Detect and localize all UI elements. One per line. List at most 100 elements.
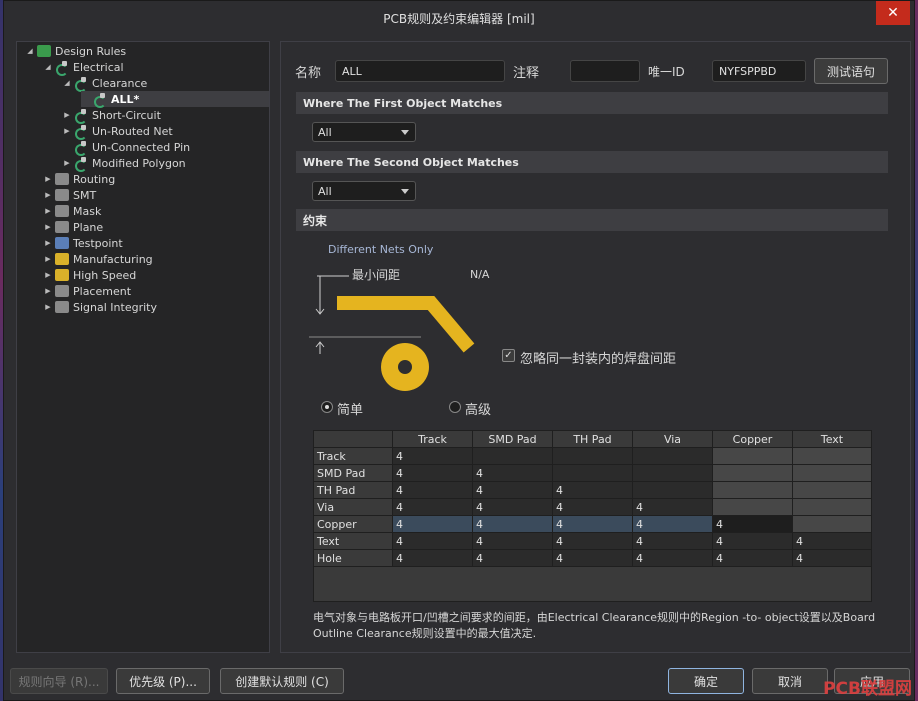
matrix-cell[interactable] <box>633 465 713 482</box>
matrix-cell[interactable] <box>713 499 793 516</box>
rule-wizard-button[interactable]: 规则向导 (R)... <box>10 668 108 694</box>
matrix-cell[interactable]: 4 <box>393 499 473 516</box>
matrix-cell[interactable]: 4 <box>553 550 633 567</box>
rules-tree[interactable]: ◢ Design Rules ◢ Electrical ◢ Clearance … <box>16 41 270 653</box>
ok-button[interactable]: 确定 <box>668 668 744 694</box>
unique-id-field[interactable]: NYFSPPBD <box>712 60 806 82</box>
priorities-button[interactable]: 优先级 (P)... <box>116 668 210 694</box>
tree-item-manufacturing[interactable]: ▶ Manufacturing <box>43 251 152 267</box>
matrix-cell[interactable]: 4 <box>473 465 553 482</box>
matrix-cell[interactable] <box>793 516 872 533</box>
expand-icon[interactable]: ◢ <box>43 63 53 71</box>
first-object-value: All <box>318 126 332 139</box>
collapse-icon[interactable]: ▶ <box>43 207 53 215</box>
matrix-cell[interactable] <box>793 465 872 482</box>
tree-item-clearance[interactable]: ◢ Clearance <box>62 75 148 92</box>
matrix-cell[interactable] <box>793 482 872 499</box>
matrix-cell[interactable] <box>713 448 793 465</box>
rule-icon <box>74 109 88 124</box>
tree-label: Short-Circuit <box>92 108 161 122</box>
ignore-pads-checkbox[interactable]: ✓ <box>502 349 515 362</box>
matrix-cell[interactable]: 4 <box>393 533 473 550</box>
collapse-icon[interactable]: ▶ <box>43 271 53 279</box>
close-button[interactable]: ✕ <box>876 1 910 25</box>
matrix-cell[interactable] <box>473 448 553 465</box>
matrix-cell[interactable] <box>553 448 633 465</box>
matrix-cell[interactable]: 4 <box>473 499 553 516</box>
matrix-cell[interactable]: 4 <box>713 533 793 550</box>
matrix-cell[interactable]: 4 <box>473 516 553 533</box>
collapse-icon[interactable]: ▶ <box>62 127 72 135</box>
rule-icon <box>93 93 107 108</box>
collapse-icon[interactable]: ▶ <box>62 159 72 167</box>
matrix-cell[interactable]: 4 <box>633 516 713 533</box>
matrix-cell[interactable]: 4 <box>633 550 713 567</box>
matrix-cell[interactable]: 4 <box>393 465 473 482</box>
rules-editor-dialog: PCB规则及约束编辑器 [mil] ✕ ◢ Design Rules ◢ Ele… <box>3 0 915 701</box>
test-query-button[interactable]: 测试语句 <box>814 58 888 84</box>
name-label: 名称 <box>295 66 322 81</box>
tree-item-testpoint[interactable]: ▶ Testpoint <box>43 235 122 251</box>
advanced-mode-radio[interactable] <box>449 401 461 413</box>
matrix-cell[interactable]: 4 <box>553 499 633 516</box>
tree-item-un-connected-pin[interactable]: Un-Connected Pin <box>62 139 190 156</box>
tree-item-plane[interactable]: ▶ Plane <box>43 219 103 235</box>
clearance-matrix[interactable]: Track SMD Pad TH Pad Via Copper Text Track 4 SMD… <box>313 430 872 602</box>
collapse-icon[interactable]: ▶ <box>43 287 53 295</box>
expand-icon[interactable]: ◢ <box>25 47 35 55</box>
matrix-cell[interactable] <box>793 499 872 516</box>
name-field[interactable]: ALL <box>335 60 505 82</box>
matrix-cell[interactable]: 4 <box>553 482 633 499</box>
matrix-cell[interactable]: 4 <box>633 533 713 550</box>
collapse-icon[interactable]: ▶ <box>43 255 53 263</box>
tree-item-short-circuit[interactable]: ▶ Short-Circuit <box>62 107 161 124</box>
create-default-rules-button[interactable]: 创建默认规则 (C) <box>220 668 344 694</box>
matrix-cell[interactable]: 4 <box>553 533 633 550</box>
first-object-select[interactable]: All <box>312 122 416 142</box>
matrix-cell[interactable]: 4 <box>553 516 633 533</box>
matrix-cell[interactable]: 4 <box>713 516 793 533</box>
tree-label: Clearance <box>92 76 148 90</box>
simple-mode-radio[interactable] <box>321 401 333 413</box>
tree-item-routing[interactable]: ▶ Routing <box>43 171 115 187</box>
matrix-cell[interactable]: 4 <box>473 550 553 567</box>
tree-item-placement[interactable]: ▶ Placement <box>43 283 131 299</box>
matrix-cell[interactable] <box>553 465 633 482</box>
tree-item-signal-integrity[interactable]: ▶ Signal Integrity <box>43 299 157 315</box>
window-title: PCB规则及约束编辑器 [mil] <box>383 12 535 26</box>
collapse-icon[interactable]: ▶ <box>43 303 53 311</box>
matrix-cell[interactable]: 4 <box>633 499 713 516</box>
matrix-cell[interactable] <box>793 448 872 465</box>
tree-item-un-routed-net[interactable]: ▶ Un-Routed Net <box>62 123 173 140</box>
matrix-cell[interactable]: 4 <box>793 550 872 567</box>
tree-item-high-speed[interactable]: ▶ High Speed <box>43 267 136 283</box>
matrix-cell[interactable]: 4 <box>793 533 872 550</box>
collapse-icon[interactable]: ▶ <box>43 191 53 199</box>
site-watermark: PCB联盟网 <box>823 679 912 699</box>
matrix-cell[interactable] <box>713 465 793 482</box>
tree-item-design-rules[interactable]: ◢ Design Rules <box>25 43 126 59</box>
tree-item-modified-polygon[interactable]: ▶ Modified Polygon <box>62 155 186 172</box>
collapse-icon[interactable]: ▶ <box>62 111 72 119</box>
matrix-cell[interactable]: 4 <box>713 550 793 567</box>
collapse-icon[interactable]: ▶ <box>43 239 53 247</box>
second-object-select[interactable]: All <box>312 181 416 201</box>
matrix-cell[interactable]: 4 <box>473 482 553 499</box>
matrix-cell[interactable] <box>713 482 793 499</box>
matrix-cell[interactable]: 4 <box>393 550 473 567</box>
cancel-button[interactable]: 取消 <box>752 668 828 694</box>
tree-item-smt[interactable]: ▶ SMT <box>43 187 96 203</box>
tree-item-mask[interactable]: ▶ Mask <box>43 203 101 219</box>
collapse-icon[interactable]: ▶ <box>43 175 53 183</box>
comment-field[interactable] <box>570 60 640 82</box>
tree-item-all[interactable]: ALL* <box>81 91 269 108</box>
matrix-cell[interactable]: 4 <box>393 516 473 533</box>
matrix-cell[interactable] <box>633 482 713 499</box>
matrix-cell[interactable] <box>633 448 713 465</box>
expand-icon[interactable]: ◢ <box>62 79 72 87</box>
collapse-icon[interactable]: ▶ <box>43 223 53 231</box>
matrix-cell[interactable]: 4 <box>393 482 473 499</box>
matrix-cell[interactable]: 4 <box>473 533 553 550</box>
matrix-cell[interactable]: 4 <box>393 448 473 465</box>
tree-item-electrical[interactable]: ◢ Electrical <box>43 59 124 76</box>
